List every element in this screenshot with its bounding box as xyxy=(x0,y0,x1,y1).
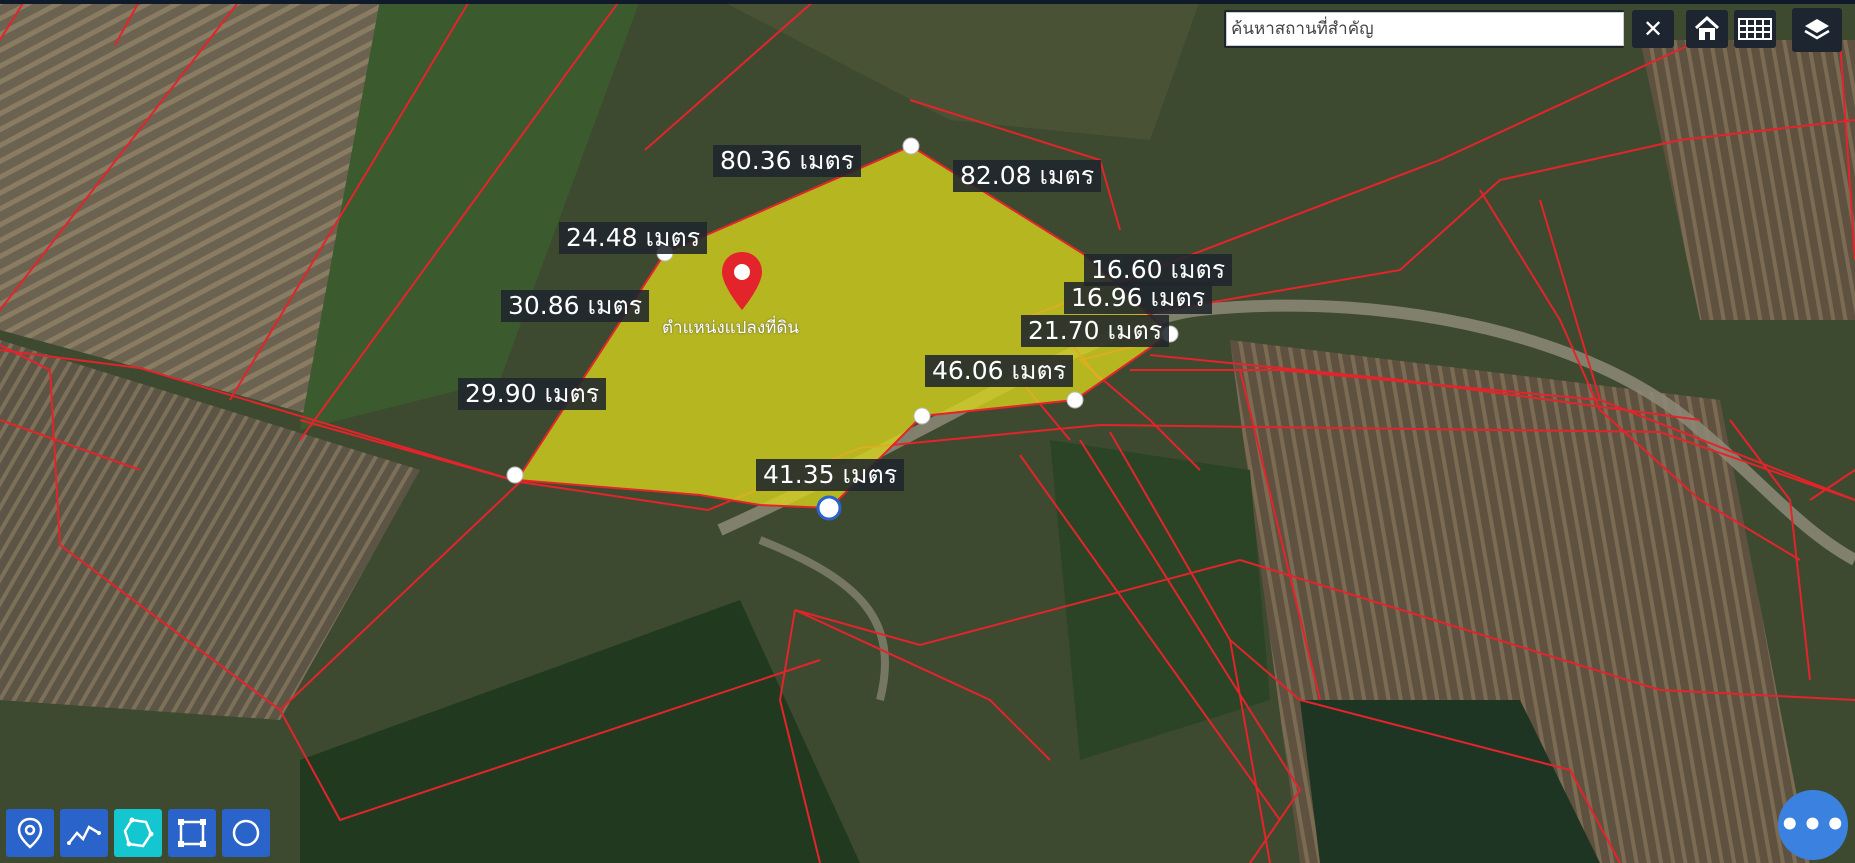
search-input[interactable] xyxy=(1226,12,1624,46)
close-icon: ✕ xyxy=(1642,15,1664,43)
more-icon: ••• xyxy=(1778,805,1848,845)
vertex-handle-selected[interactable] xyxy=(816,495,842,521)
rectangle-tool-button[interactable] xyxy=(168,809,216,857)
polygon-icon xyxy=(123,817,154,848)
measurement-label: 80.36 เมตร xyxy=(713,145,862,177)
layers-button[interactable] xyxy=(1792,8,1842,52)
measurement-label: 24.48 เมตร xyxy=(559,222,708,254)
measurement-label: 21.70 เมตร xyxy=(1021,315,1170,347)
polyline-tool-button[interactable] xyxy=(60,809,108,857)
pin-label: ตำแหน่งแปลงที่ดิน xyxy=(662,318,800,338)
measurement-label: 46.06 เมตร xyxy=(925,355,1074,387)
measurement-label: 82.08 เมตร xyxy=(953,160,1102,192)
polygon-tool-button[interactable] xyxy=(114,809,162,857)
grid-icon xyxy=(1738,18,1772,40)
measurement-label: 30.86 เมตร xyxy=(501,290,650,322)
top-bar xyxy=(0,0,1855,4)
layers-icon xyxy=(1804,19,1830,40)
circle-icon xyxy=(232,819,260,847)
measurement-label: 41.35 เมตร xyxy=(756,459,905,491)
home-button[interactable] xyxy=(1686,10,1728,48)
home-icon xyxy=(1694,15,1720,40)
vertex-handle[interactable] xyxy=(506,466,524,484)
more-options-button[interactable]: ••• xyxy=(1778,790,1848,860)
grid-button[interactable] xyxy=(1734,10,1776,48)
clear-search-button[interactable]: ✕ xyxy=(1632,10,1674,48)
place-search xyxy=(1224,10,1624,48)
marker-tool-button[interactable] xyxy=(6,809,54,857)
measurement-label: 29.90 เมตร xyxy=(458,378,607,410)
location-pin-icon[interactable] xyxy=(720,250,764,312)
measurement-label: 16.96 เมตร xyxy=(1064,282,1213,314)
rectangle-icon xyxy=(178,819,206,847)
polyline-icon xyxy=(67,825,101,845)
vertex-handle[interactable] xyxy=(902,137,920,155)
circle-tool-button[interactable] xyxy=(222,809,270,857)
vertex-handle[interactable] xyxy=(913,407,931,425)
vertex-handle[interactable] xyxy=(1066,391,1084,409)
satellite-map[interactable] xyxy=(0,0,1855,863)
map-marker-icon xyxy=(17,817,43,849)
